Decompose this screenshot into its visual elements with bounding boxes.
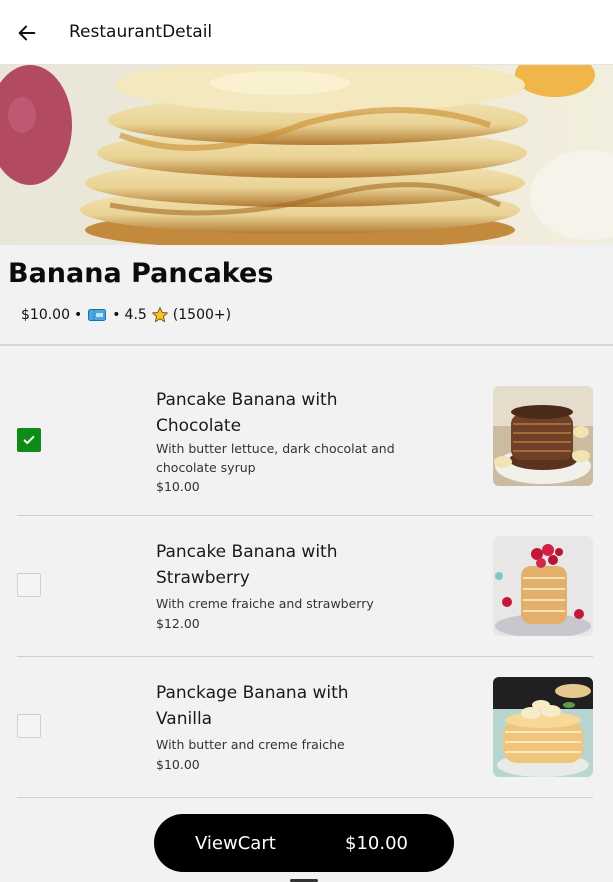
cart-total: $10.00 (345, 832, 408, 854)
item-checkbox[interactable] (17, 573, 41, 597)
divider (17, 515, 593, 516)
divider (0, 344, 613, 346)
menu-item[interactable]: Pancake Banana with Chocolate With butte… (17, 368, 593, 498)
cart-label: ViewCart (195, 832, 276, 854)
restaurant-price: $10.00 (21, 307, 70, 323)
separator: • (112, 307, 121, 323)
item-title: Panckage Banana with Vanilla (156, 683, 349, 729)
arrow-left-icon (18, 25, 36, 41)
item-price: $12.00 (156, 616, 200, 631)
separator: • (74, 307, 83, 323)
back-button[interactable] (14, 20, 40, 46)
item-title: Pancake Banana with Chocolate (156, 390, 338, 436)
item-description: With butter and creme fraiche (156, 737, 345, 752)
divider (17, 656, 593, 657)
item-image (493, 536, 593, 636)
divider (17, 797, 593, 798)
item-price: $10.00 (156, 757, 200, 772)
item-description: With creme fraiche and strawberry (156, 596, 374, 611)
item-image (493, 386, 593, 486)
item-image (493, 677, 593, 777)
item-checkbox[interactable] (17, 428, 41, 452)
item-price: $10.00 (156, 479, 200, 494)
app-bar: RestaurantDetail (0, 0, 613, 65)
item-checkbox[interactable] (17, 714, 41, 738)
page-title: RestaurantDetail (69, 22, 213, 42)
item-title: Pancake Banana with Strawberry (156, 542, 338, 588)
hero-image (0, 65, 613, 245)
menu-item[interactable]: Panckage Banana with Vanilla With butter… (17, 658, 593, 796)
item-description: With butter lettuce, dark chocolat and c… (156, 441, 395, 475)
review-count: (1500+) (172, 307, 232, 323)
restaurant-name: Banana Pancakes (8, 258, 274, 289)
menu-item[interactable]: Pancake Banana with Strawberry With crem… (17, 517, 593, 655)
ticket-icon (88, 309, 107, 321)
view-cart-button[interactable]: ViewCart $10.00 (154, 814, 454, 872)
check-icon (23, 435, 35, 445)
restaurant-meta: $10.00 • • 4.5 (1500+) (21, 305, 231, 325)
star-icon (151, 307, 168, 323)
rating-value: 4.5 (124, 307, 147, 323)
